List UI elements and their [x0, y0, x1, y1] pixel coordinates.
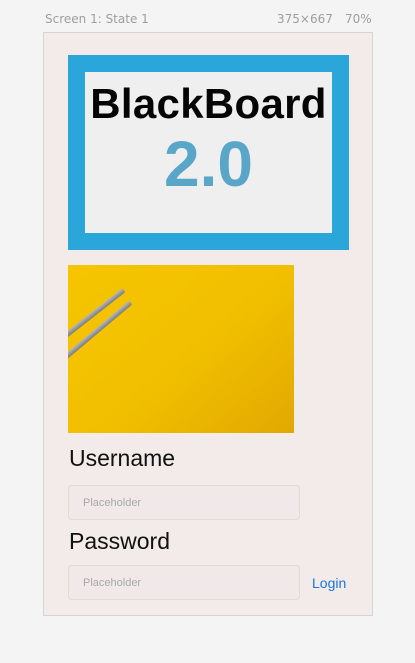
pencils-photo — [68, 265, 294, 433]
pencil-graphic — [68, 288, 126, 348]
app-logo: BlackBoard 2.0 — [85, 72, 332, 233]
username-label: Username — [69, 445, 176, 471]
username-input[interactable] — [68, 485, 300, 520]
password-label: Password — [69, 528, 170, 554]
zoom-level-label: 70% — [345, 12, 372, 26]
screen-size-label: 375×667 — [277, 12, 333, 26]
logo-version: 2.0 — [164, 128, 253, 200]
app-logo-frame: BlackBoard 2.0 — [68, 55, 349, 250]
login-link[interactable]: Login — [312, 575, 346, 591]
password-input[interactable] — [68, 565, 300, 600]
app-screen: BlackBoard 2.0 Username Password Login — [43, 32, 373, 616]
logo-title: BlackBoard — [90, 80, 327, 127]
screen-state-label: Screen 1: State 1 — [45, 12, 149, 26]
